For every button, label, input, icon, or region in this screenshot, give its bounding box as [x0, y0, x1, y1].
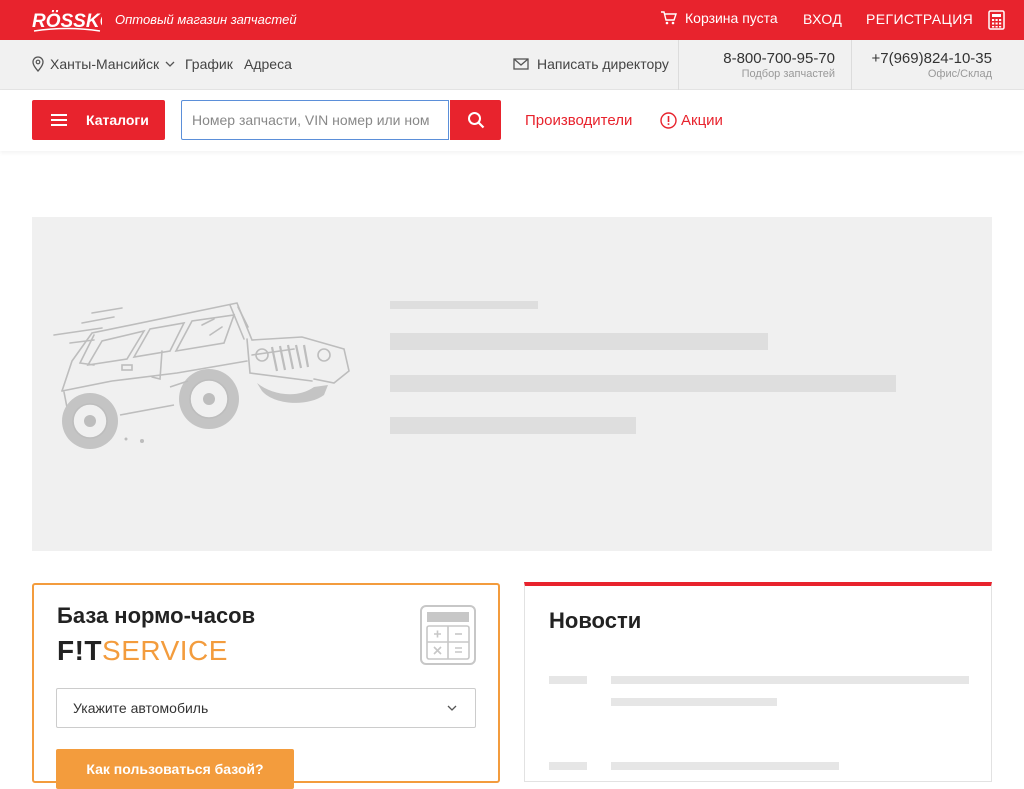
skeleton-line	[611, 676, 969, 684]
catalogs-label: Каталоги	[86, 112, 149, 128]
location-pin-icon	[32, 56, 44, 72]
skeleton-line	[549, 762, 587, 770]
menu-icon	[51, 114, 67, 126]
rossko-logo[interactable]: RÖSSKO	[32, 6, 102, 34]
addresses-link[interactable]: Адреса	[244, 56, 292, 72]
skeleton-line	[611, 762, 839, 770]
news-title: Новости	[549, 608, 642, 633]
news-card: Новости	[524, 582, 992, 782]
login-link[interactable]: ВХОД	[803, 11, 842, 27]
skeleton-line	[390, 375, 896, 392]
phone-number: +7(969)824-10-35	[871, 50, 992, 67]
tagline: Оптовый магазин запчастей	[115, 12, 297, 27]
skeleton-line	[611, 698, 777, 706]
car-select-label: Укажите автомобиль	[73, 700, 209, 716]
calculator-icon[interactable]	[988, 10, 1005, 30]
catalogs-button[interactable]: Каталоги	[32, 100, 165, 140]
chevron-down-icon	[165, 61, 175, 67]
envelope-icon	[513, 58, 529, 70]
search-input[interactable]	[181, 100, 449, 140]
cart-icon	[661, 11, 677, 25]
search-icon	[467, 112, 484, 129]
skeleton-line	[390, 301, 538, 309]
cart-button[interactable]: Корзина пуста	[660, 10, 778, 26]
write-director-label: Написать директору	[537, 56, 669, 72]
info-bar: Ханты-Мансийск График Адреса Написать ди…	[0, 40, 1024, 90]
city-selector[interactable]: Ханты-Мансийск	[32, 56, 175, 72]
divider	[678, 40, 679, 90]
skeleton-line	[390, 417, 636, 434]
write-director-link[interactable]: Написать директору	[513, 56, 669, 72]
norm-hours-title: База нормо-часов	[57, 603, 256, 628]
search-bar: Каталоги Производители Акции	[0, 90, 1024, 151]
chevron-down-icon	[447, 705, 457, 711]
phone-caption: Подбор запчастей	[741, 68, 835, 80]
register-link[interactable]: РЕГИСТРАЦИЯ	[866, 11, 973, 27]
promotions-label: Акции	[681, 112, 723, 129]
calculator-icon	[420, 605, 476, 665]
car-select[interactable]: Укажите автомобиль	[56, 688, 476, 728]
phone-caption: Офис/Склад	[927, 68, 992, 80]
how-to-use-button[interactable]: Как пользоваться базой?	[56, 749, 294, 789]
exclamation-circle-icon	[660, 112, 677, 129]
manufacturers-link[interactable]: Производители	[525, 112, 632, 129]
city-label: Ханты-Мансийск	[50, 56, 160, 72]
norm-hours-card: База нормо-часов F!TSERVICE Укажите авто…	[32, 583, 500, 789]
phone-parts[interactable]: 8-800-700-95-70 Подбор запчастей	[723, 50, 835, 80]
phone-number: 8-800-700-95-70	[723, 50, 835, 67]
skeleton-line	[390, 333, 768, 350]
fitservice-logo: F!TSERVICE	[57, 635, 228, 666]
cart-label: Корзина пуста	[685, 10, 778, 26]
banner-placeholder	[32, 217, 992, 551]
jeep-illustration	[53, 302, 350, 449]
skeleton-line	[549, 676, 587, 684]
schedule-link[interactable]: График	[185, 56, 233, 72]
promotions-link[interactable]: Акции	[660, 112, 723, 129]
divider	[851, 40, 852, 90]
top-bar: RÖSSKO Оптовый магазин запчастей Корзина…	[0, 0, 1024, 40]
search-button[interactable]	[450, 100, 501, 140]
phone-office[interactable]: +7(969)824-10-35 Офис/Склад	[871, 50, 992, 80]
